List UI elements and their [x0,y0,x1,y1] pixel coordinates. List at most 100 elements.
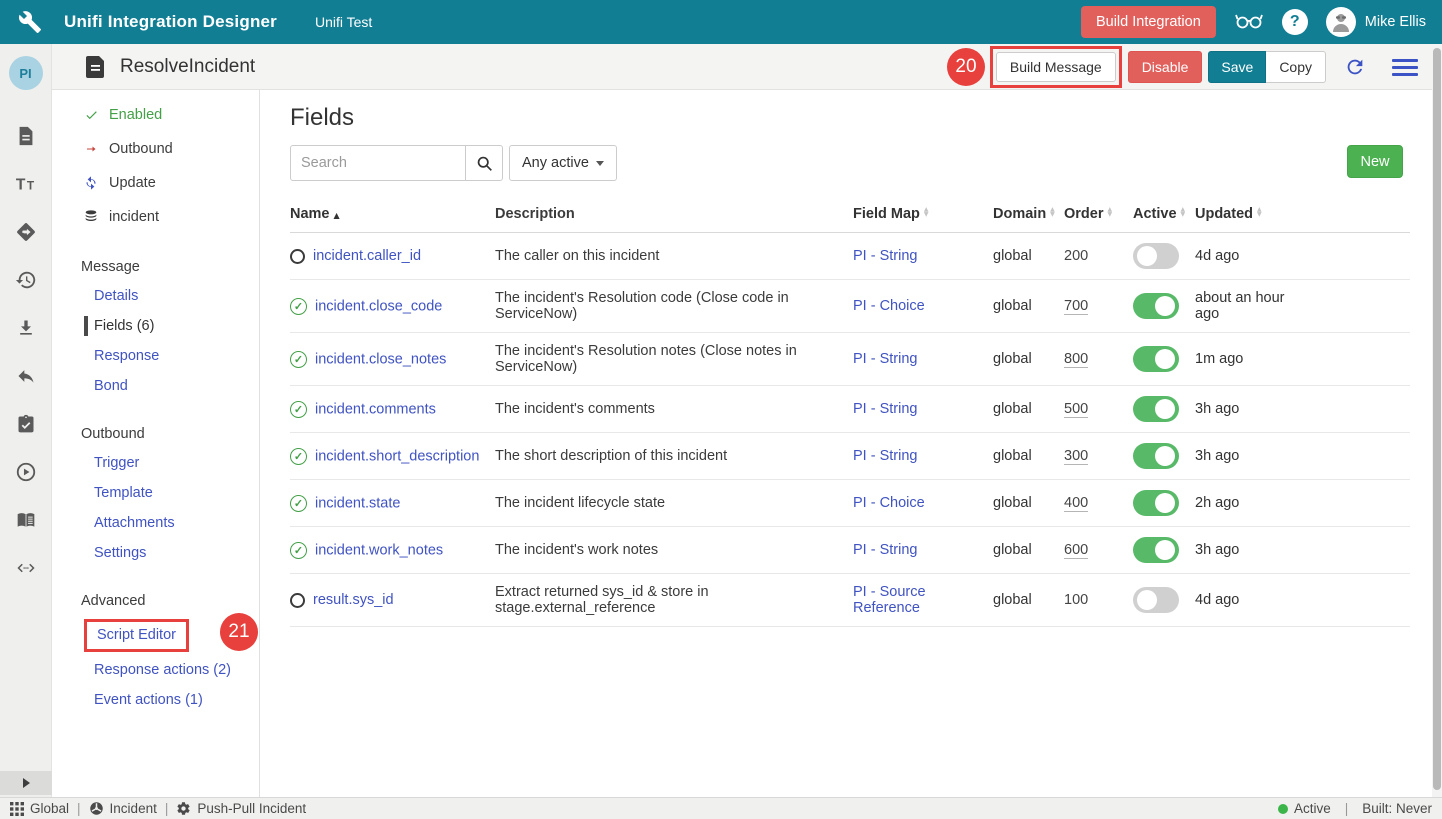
subnav-item-script-editor[interactable]: Script Editor21 [52,615,259,655]
column-header-order[interactable]: Order▲ ▼ [1064,206,1133,222]
subnav-item-response-actions-2[interactable]: Response actions (2) [52,655,259,685]
field-map-link[interactable]: PI - String [853,448,917,464]
column-header-active[interactable]: Active▲ ▼ [1133,206,1195,222]
copy-button[interactable]: Copy [1266,51,1326,83]
document-icon[interactable] [0,112,51,160]
sort-both-icon: ▲ ▼ [1257,207,1262,217]
vertical-scrollbar[interactable] [1432,44,1442,797]
active-toggle[interactable] [1133,243,1179,269]
subnav-status-outbound[interactable]: Outbound [52,132,259,166]
column-header-updated[interactable]: Updated▲ ▼ [1195,206,1305,222]
menu-icon[interactable] [1392,59,1418,76]
subnav-status-update[interactable]: Update [52,166,259,200]
save-button[interactable]: Save [1208,51,1266,83]
subnav-item-attachments[interactable]: Attachments [52,508,259,538]
field-name-cell: ✓incident.comments [290,401,495,418]
field-name-link[interactable]: incident.work_notes [315,542,443,558]
field-description: The incident's work notes [495,542,853,558]
check-icon [81,108,101,122]
subnav-section-message: Message [52,253,259,281]
subnav-item-event-actions-1[interactable]: Event actions (1) [52,685,259,715]
field-order[interactable]: 400 [1064,495,1088,512]
subnav-status-label: Enabled [109,107,162,123]
workspace-name[interactable]: Unifi Test [315,14,372,30]
field-map-link[interactable]: PI - String [853,351,917,367]
user-menu[interactable]: Mike Ellis [1326,7,1426,37]
subnav-status-enabled[interactable]: Enabled [52,98,259,132]
field-order[interactable]: 800 [1064,351,1088,368]
disable-button[interactable]: Disable [1128,51,1203,83]
field-map-link[interactable]: PI - Source Reference [853,584,926,616]
search-button[interactable] [465,145,503,181]
field-name-link[interactable]: incident.close_notes [315,351,446,367]
text-format-icon[interactable]: TT [0,160,51,208]
field-name-link[interactable]: incident.short_description [315,448,479,464]
field-map-link[interactable]: PI - Choice [853,298,925,314]
subnav-item-details[interactable]: Details [52,281,259,311]
subnav-item-settings[interactable]: Settings [52,538,259,568]
table-row: ✓incident.close_notesThe incident's Reso… [290,333,1410,386]
field-order: 200 [1064,248,1088,264]
field-description: Extract returned sys_id & store in stage… [495,584,853,616]
directions-icon[interactable] [0,208,51,256]
field-name-link[interactable]: result.sys_id [313,592,394,608]
knowledge-icon[interactable] [0,496,51,544]
download-icon[interactable] [0,304,51,352]
integration-avatar[interactable]: PI [9,56,43,90]
play-icon[interactable] [0,448,51,496]
scrollbar-thumb[interactable] [1433,48,1441,790]
active-toggle[interactable] [1133,443,1179,469]
active-toggle[interactable] [1133,537,1179,563]
field-name-link[interactable]: incident.comments [315,401,436,417]
glasses-icon[interactable] [1234,9,1264,36]
field-order[interactable]: 700 [1064,298,1088,315]
build-message-button[interactable]: Build Message [996,52,1116,82]
tasks-icon[interactable] [0,400,51,448]
table-row: ✓incident.close_codeThe incident's Resol… [290,280,1410,333]
subnav-item-bond[interactable]: Bond [52,371,259,401]
column-header-description[interactable]: Description [495,206,853,222]
subnav-item-template[interactable]: Template [52,478,259,508]
field-order[interactable]: 300 [1064,448,1088,465]
subnav-item-response[interactable]: Response [52,341,259,371]
field-order: 100 [1064,592,1088,608]
field-description: The incident's Resolution notes (Close n… [495,343,853,375]
active-filter-dropdown[interactable]: Any active [509,145,617,181]
column-header-name[interactable]: Name▲ [290,206,495,222]
field-name-link[interactable]: incident.caller_id [313,248,421,264]
field-order[interactable]: 500 [1064,401,1088,418]
field-map-link[interactable]: PI - String [853,401,917,417]
active-toggle[interactable] [1133,346,1179,372]
statusbar-item-push-pull-incident[interactable]: Push-Pull Incident [176,801,306,816]
new-field-button[interactable]: New [1347,145,1403,178]
active-toggle[interactable] [1133,587,1179,613]
sidebar-expand-button[interactable] [0,771,52,795]
field-map-link[interactable]: PI - Choice [853,495,925,511]
reply-icon[interactable] [0,352,51,400]
toggle-knob [1155,349,1175,369]
field-map-link[interactable]: PI - String [853,542,917,558]
column-header-domain[interactable]: Domain▲ ▼ [993,206,1064,222]
code-icon[interactable] [0,544,51,592]
subnav-item-trigger[interactable]: Trigger [52,448,259,478]
column-header-field-map[interactable]: Field Map▲ ▼ [853,206,993,222]
statusbar-item-global[interactable]: Global [10,801,69,816]
build-integration-button[interactable]: Build Integration [1081,6,1216,38]
refresh-icon[interactable] [1344,56,1366,78]
active-toggle[interactable] [1133,293,1179,319]
gear-icon [176,801,191,816]
help-icon[interactable]: ? [1282,9,1308,35]
field-name-link[interactable]: incident.close_code [315,298,442,314]
field-order[interactable]: 600 [1064,542,1088,559]
statusbar-item-incident[interactable]: Incident [89,801,157,816]
subnav-status-incident[interactable]: incident [52,200,259,234]
active-toggle[interactable] [1133,490,1179,516]
history-icon[interactable] [0,256,51,304]
search-input[interactable] [290,145,466,181]
field-name-link[interactable]: incident.state [315,495,400,511]
active-toggle[interactable] [1133,396,1179,422]
field-updated: 2h ago [1195,495,1305,511]
field-description: The incident lifecycle state [495,495,853,511]
subnav-item-fields-6[interactable]: Fields (6) [52,311,259,341]
field-map-link[interactable]: PI - String [853,248,917,264]
